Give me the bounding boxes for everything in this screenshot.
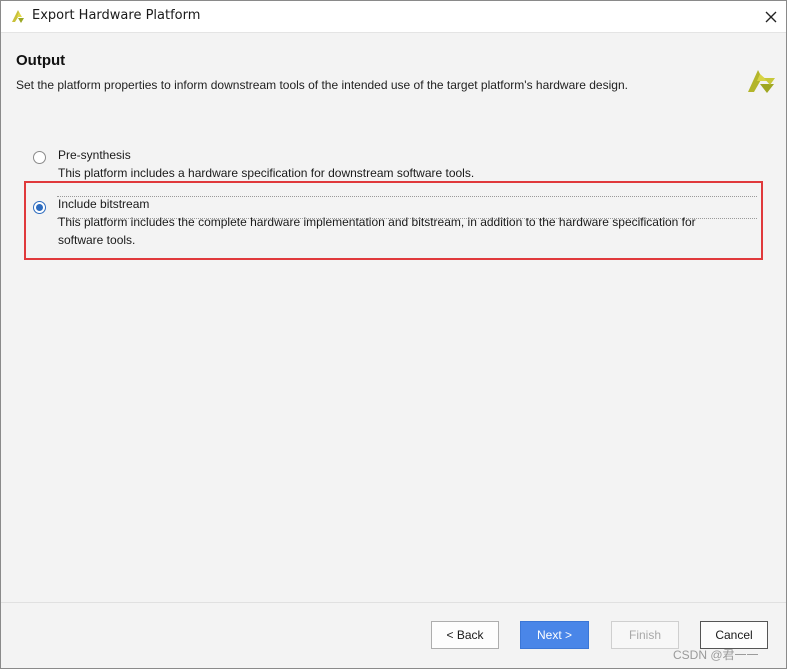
close-button[interactable] [756, 1, 786, 32]
footer-divider [1, 602, 786, 603]
export-hardware-platform-dialog: Export Hardware Platform Output Set the … [0, 0, 787, 669]
include-bitstream-description: This platform includes the complete hard… [58, 215, 696, 247]
close-icon [765, 11, 777, 22]
vivado-logo-icon [12, 10, 24, 23]
include-bitstream-radio[interactable] [33, 201, 46, 214]
wizard-header: Output Set the platform properties to in… [1, 33, 786, 115]
cancel-button[interactable]: Cancel [700, 621, 768, 649]
include-bitstream-label[interactable]: Include bitstream [58, 197, 149, 211]
finish-button[interactable]: Finish [611, 621, 679, 649]
page-description: Set the platform properties to inform do… [16, 78, 628, 92]
page-title: Output [16, 52, 66, 69]
title-bar: Export Hardware Platform [1, 1, 786, 33]
pre-synthesis-description: This platform includes a hardware specif… [58, 166, 475, 180]
window-title: Export Hardware Platform [32, 8, 201, 23]
vivado-logo-icon [748, 70, 775, 93]
next-button[interactable]: Next > [520, 621, 589, 649]
pre-synthesis-radio[interactable] [33, 151, 46, 164]
pre-synthesis-label[interactable]: Pre-synthesis [58, 148, 131, 162]
watermark: CSDN @君一一 [673, 648, 759, 662]
focus-outline-top [57, 196, 757, 197]
back-button[interactable]: < Back [431, 621, 499, 649]
